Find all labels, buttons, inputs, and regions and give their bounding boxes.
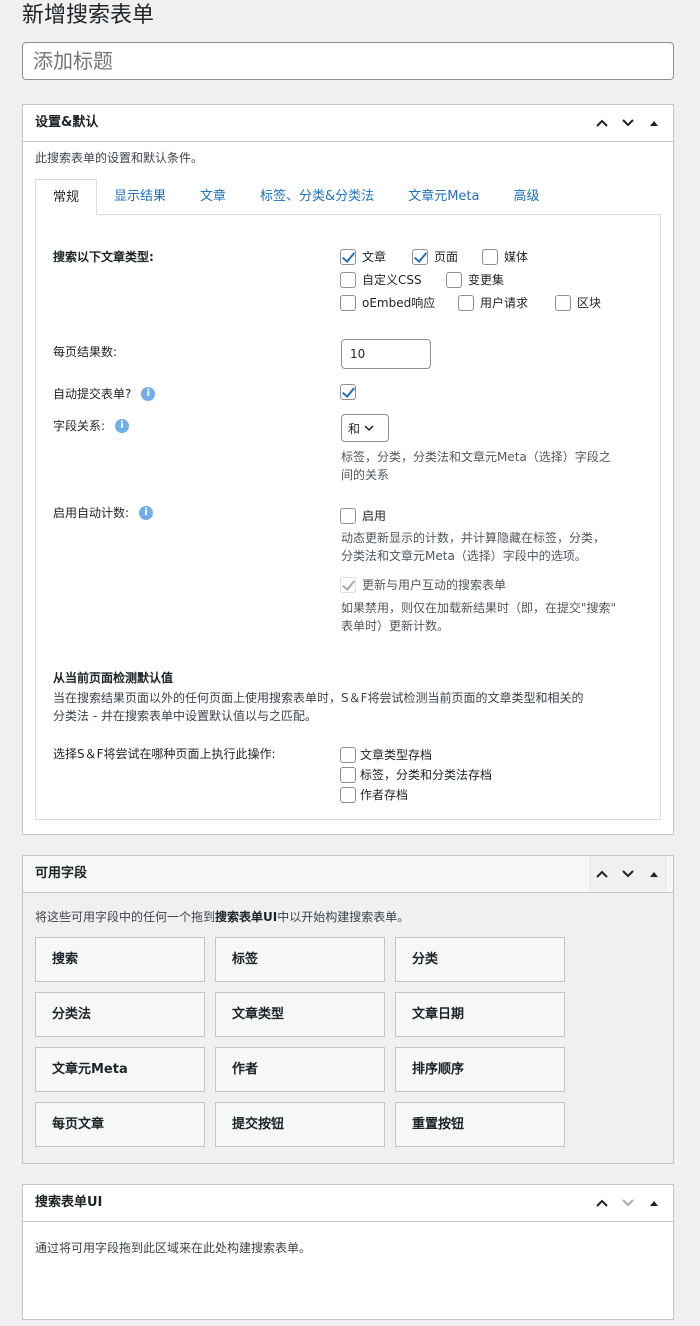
available-fields-box: 可用字段 将这些可用字段中的任何一个拖到搜索表单UI中以开始构建搜索表单。 搜索… [22, 855, 674, 1164]
field-relation-description: 标签，分类，分类法和文章元Meta（选择）字段之 间的关系 [341, 450, 611, 482]
auto-count-interactive-option[interactable]: 更新与用户互动的搜索表单 [340, 576, 506, 593]
auto-count-description: 动态更新显示的计数，并计算隐藏在标签，分类， 分类法和文章元Meta（选择）字段… [341, 531, 606, 563]
checkbox[interactable] [412, 248, 428, 265]
settings-description: 此搜索表单的设置和默认条件。 [35, 151, 204, 165]
tab-post-meta[interactable]: 文章元Meta [391, 179, 496, 215]
field-post-date[interactable]: 文章日期 [395, 992, 565, 1037]
search-form-ui-title: 搜索表单UI [35, 1195, 103, 1210]
collapse-toggle-icon[interactable] [641, 105, 667, 141]
tab-posts[interactable]: 文章 [183, 179, 243, 215]
post-type-option-post[interactable]: 文章 [340, 248, 386, 265]
detect-page-option-post-type-archive[interactable]: 文章类型存档 [340, 746, 432, 763]
field-search[interactable]: 搜索 [35, 937, 205, 982]
post-types-label: 搜索以下文章类型: [53, 250, 154, 264]
detect-defaults-description: 当在搜索结果页面以外的任何页面上使用搜索表单时，S＆F将尝试检测当前页面的文章类… [53, 691, 584, 723]
auto-submit-label: 自动提交表单? i [53, 385, 156, 402]
move-down-icon[interactable] [615, 1185, 641, 1221]
field-taxonomy[interactable]: 分类法 [35, 992, 205, 1037]
checkbox[interactable] [340, 576, 356, 593]
field-relation-label: 字段关系: i [53, 417, 130, 434]
checkbox[interactable] [446, 271, 462, 288]
post-type-option-custom-css[interactable]: 自定义CSS [340, 271, 422, 288]
settings-tabs: 常规 显示结果 文章 标签、分类&分类法 文章元Meta 高级 [35, 179, 556, 215]
checkbox[interactable] [340, 271, 356, 288]
checkbox[interactable] [340, 248, 356, 265]
available-fields-title: 可用字段 [35, 866, 88, 881]
tab-taxonomies[interactable]: 标签、分类&分类法 [243, 179, 391, 215]
auto-count-enable-option[interactable]: 启用 [340, 507, 386, 524]
collapse-toggle-icon[interactable] [641, 856, 667, 892]
chevron-down-icon [364, 425, 374, 432]
field-relation-select[interactable]: 和 [341, 414, 389, 442]
available-fields-intro: 将这些可用字段中的任何一个拖到搜索表单UI中以开始构建搜索表单。 [35, 910, 410, 924]
collapse-toggle-icon[interactable] [641, 1185, 667, 1221]
checkbox[interactable] [340, 746, 356, 763]
auto-count-label: 启用自动计数: i [53, 504, 154, 521]
post-type-option-block[interactable]: 区块 [555, 294, 601, 311]
post-type-option-oembed[interactable]: oEmbed响应 [340, 294, 435, 311]
checkbox[interactable] [340, 294, 356, 311]
post-type-option-changeset[interactable]: 变更集 [446, 271, 504, 288]
checkbox[interactable] [340, 507, 356, 524]
info-icon[interactable]: i [141, 386, 156, 401]
page-title: 新增搜索表单 [22, 3, 155, 28]
move-down-icon[interactable] [615, 856, 641, 892]
detect-page-option-taxonomy-archive[interactable]: 标签，分类和分类法存档 [340, 766, 492, 783]
move-up-icon[interactable] [589, 1185, 615, 1221]
field-author[interactable]: 作者 [215, 1047, 385, 1092]
field-category[interactable]: 分类 [395, 937, 565, 982]
search-form-ui-header: 搜索表单UI [23, 1185, 673, 1222]
move-down-icon[interactable] [615, 105, 641, 141]
results-per-page-input[interactable]: 10 [341, 339, 431, 369]
move-up-icon[interactable] [589, 856, 615, 892]
results-per-page-label: 每页结果数: [53, 345, 118, 359]
post-type-option-user-request[interactable]: 用户请求 [458, 294, 528, 311]
field-reset-button[interactable]: 重置按钮 [395, 1102, 565, 1147]
field-submit-button[interactable]: 提交按钮 [215, 1102, 385, 1147]
checkbox[interactable] [340, 766, 356, 783]
field-post-meta[interactable]: 文章元Meta [35, 1047, 205, 1092]
detect-defaults-heading: 从当前页面检测默认值 [53, 671, 174, 685]
tab-general[interactable]: 常规 [35, 179, 98, 215]
field-post-type[interactable]: 文章类型 [215, 992, 385, 1037]
checkbox[interactable] [555, 294, 571, 311]
post-type-option-page[interactable]: 页面 [412, 248, 458, 265]
field-posts-per-page[interactable]: 每页文章 [35, 1102, 205, 1147]
info-icon[interactable]: i [139, 505, 154, 520]
checkbox[interactable] [482, 248, 498, 265]
field-sort-order[interactable]: 排序顺序 [395, 1047, 565, 1092]
info-icon[interactable]: i [115, 418, 130, 433]
title-input[interactable] [22, 42, 674, 80]
search-form-ui-description: 通过将可用字段拖到此区域来在此处构建搜索表单。 [35, 1241, 312, 1255]
detect-page-option-author-archive[interactable]: 作者存档 [340, 786, 408, 803]
search-form-ui-box: 搜索表单UI 通过将可用字段拖到此区域来在此处构建搜索表单。 [22, 1184, 674, 1320]
general-tab-panel: 搜索以下文章类型: 文章 页面 媒体 自定义CSS 变更集 oEmbed响应 用… [35, 214, 661, 820]
auto-count-interactive-description: 如果禁用，则仅在加载新结果时（即，在提交"搜索" 表单时）更新计数。 [341, 601, 617, 633]
tab-display-results[interactable]: 显示结果 [97, 179, 183, 215]
settings-box-header: 设置&默认 [23, 105, 673, 142]
settings-box: 设置&默认 此搜索表单的设置和默认条件。 常规 显示结果 文章 标签、分类&分类… [22, 104, 674, 835]
settings-box-title: 设置&默认 [35, 115, 99, 130]
auto-submit-checkbox[interactable] [340, 384, 356, 400]
move-up-icon[interactable] [589, 105, 615, 141]
checkbox[interactable] [458, 294, 474, 311]
field-tag[interactable]: 标签 [215, 937, 385, 982]
available-fields-header: 可用字段 [23, 856, 673, 893]
checkbox[interactable] [340, 786, 356, 803]
tab-advanced[interactable]: 高级 [496, 179, 556, 215]
post-type-option-media[interactable]: 媒体 [482, 248, 528, 265]
detect-pages-label: 选择S＆F将尝试在哪种页面上执行此操作: [53, 747, 276, 761]
